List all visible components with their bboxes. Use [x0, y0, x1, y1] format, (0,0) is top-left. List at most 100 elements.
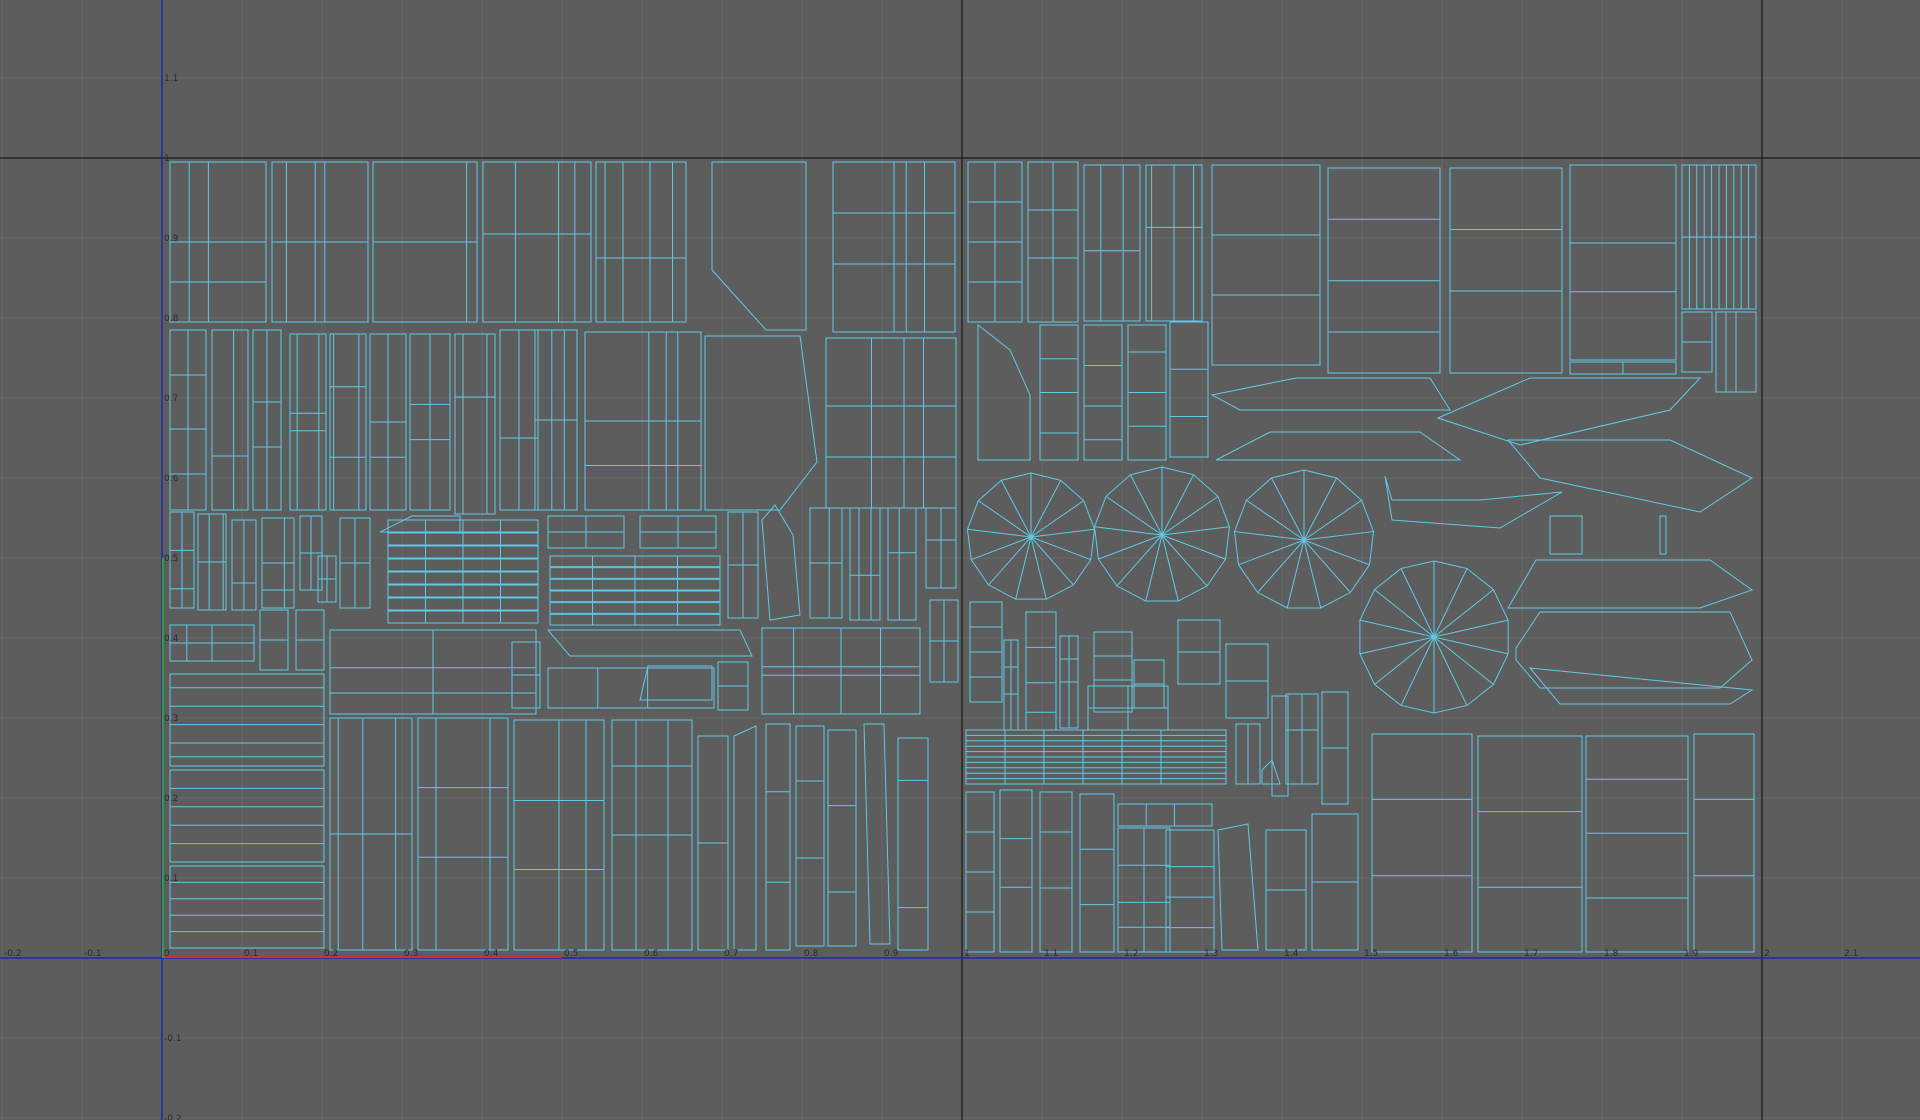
uv-shell[interactable] [1235, 723, 1261, 785]
uv-shell[interactable] [761, 627, 921, 715]
uv-shell[interactable] [1693, 733, 1755, 953]
uv-shell[interactable] [1585, 735, 1689, 953]
uv-shell[interactable] [733, 725, 757, 951]
uv-canvas[interactable]: -0.2 -0.1 0 0.1 0.2 0.3 0.4 0.5 0.6 0.7 0.8 0.9 1 1.1… [0, 0, 1920, 1120]
uv-shell[interactable] [1079, 793, 1115, 953]
uv-shell[interactable] [1477, 735, 1583, 953]
uv-shell[interactable] [809, 507, 843, 619]
uv-shell[interactable] [295, 609, 325, 671]
uv-shell[interactable] [1506, 439, 1754, 513]
uv-shell[interactable] [999, 789, 1033, 953]
uv-shell[interactable] [887, 507, 917, 621]
uv-shell[interactable] [1311, 813, 1359, 951]
uv-shell[interactable] [1225, 643, 1269, 719]
uv-shell[interactable] [1321, 691, 1349, 805]
uv-shell[interactable] [513, 719, 605, 951]
uv-shell[interactable] [409, 333, 451, 511]
uv-shell[interactable] [925, 507, 957, 589]
uv-shell[interactable] [1549, 515, 1583, 555]
uv-shell[interactable] [1436, 377, 1702, 446]
uv-shell[interactable] [252, 329, 282, 511]
uv-shell[interactable] [1117, 803, 1213, 827]
uv-shell[interactable] [1327, 167, 1441, 374]
uv-shell[interactable] [966, 472, 1096, 600]
uv-shell[interactable] [1285, 693, 1319, 785]
uv-shell[interactable] [977, 323, 1031, 461]
uv-shell[interactable] [1087, 685, 1169, 731]
uv-shell[interactable] [549, 555, 721, 626]
uv-shell[interactable] [387, 519, 539, 624]
uv-shell[interactable] [1133, 659, 1165, 709]
uv-shell[interactable] [849, 507, 881, 621]
uv-shell[interactable] [795, 725, 825, 947]
uv-shell[interactable] [929, 599, 959, 683]
uv-shell[interactable] [1569, 164, 1677, 361]
uv-shell[interactable] [534, 329, 578, 511]
uv-shell[interactable] [965, 729, 1227, 785]
uv-shell[interactable] [372, 161, 478, 323]
uv-shell[interactable] [1039, 791, 1073, 953]
uv-shell[interactable] [259, 609, 289, 671]
uv-shell[interactable] [1217, 823, 1259, 951]
uv-shell[interactable] [1083, 324, 1123, 461]
uv-shell[interactable] [825, 337, 957, 509]
uv-shell[interactable] [1659, 515, 1667, 555]
uv-shell[interactable] [169, 673, 325, 767]
uv-shell[interactable] [1145, 164, 1203, 322]
uv-shell[interactable] [417, 717, 509, 951]
uv-shell[interactable] [482, 161, 592, 323]
uv-shell[interactable] [1265, 829, 1307, 951]
uv-shell[interactable] [639, 665, 713, 701]
uv-shell[interactable] [261, 517, 295, 609]
uv-shell[interactable] [339, 517, 371, 609]
uv-shell[interactable] [169, 161, 267, 323]
uv-shell[interactable] [897, 737, 929, 951]
uv-shell[interactable] [1003, 639, 1019, 731]
uv-shell[interactable] [1165, 829, 1215, 953]
uv-shell[interactable] [1039, 324, 1079, 461]
uv-shell[interactable] [1233, 469, 1375, 609]
uv-shell[interactable] [1515, 611, 1753, 689]
uv-shell[interactable] [584, 331, 702, 511]
uv-shell[interactable] [211, 329, 249, 511]
uv-shell[interactable] [1211, 164, 1321, 366]
uv-shell[interactable] [967, 161, 1023, 323]
uv-shell[interactable] [329, 717, 413, 951]
uv-shell[interactable] [965, 791, 995, 953]
uv-shell[interactable] [1359, 560, 1509, 714]
uv-shell[interactable] [379, 515, 461, 533]
uv-shell[interactable] [1083, 164, 1141, 322]
uv-shell[interactable] [1449, 167, 1563, 374]
uv-shell[interactable] [595, 161, 687, 323]
uv-shell[interactable] [1569, 361, 1677, 375]
uv-shell[interactable] [1093, 631, 1133, 713]
uv-shell[interactable] [711, 161, 807, 331]
uv-shell[interactable] [639, 515, 717, 549]
uv-shell[interactable] [765, 723, 791, 951]
uv-shell[interactable] [197, 513, 227, 611]
uv-shell[interactable] [169, 624, 255, 662]
uv-shell[interactable] [499, 329, 539, 511]
uv-shell[interactable] [761, 504, 801, 621]
uv-shell[interactable] [727, 511, 759, 619]
uv-shell[interactable] [1215, 431, 1462, 461]
uv-shell[interactable] [1059, 635, 1079, 729]
uv-shell[interactable] [1384, 475, 1563, 529]
uv-shell[interactable] [1681, 164, 1757, 310]
uv-shell[interactable] [1371, 733, 1473, 953]
uv-editor-viewport[interactable]: -0.2 -0.1 0 0.1 0.2 0.3 0.4 0.5 0.6 0.7 0.8 0.9 1 1.1… [0, 0, 1920, 1120]
uv-shell[interactable] [697, 735, 729, 951]
uv-shell[interactable] [1093, 466, 1231, 602]
uv-shell[interactable] [1261, 759, 1281, 785]
uv-shell[interactable] [1528, 667, 1754, 705]
uv-shell[interactable] [289, 333, 327, 511]
uv-shell[interactable] [611, 719, 693, 951]
uv-shell[interactable] [271, 161, 369, 323]
uv-shell[interactable] [169, 769, 325, 863]
uv-shell[interactable] [1025, 611, 1057, 731]
uv-shell[interactable] [546, 629, 753, 657]
uv-shell[interactable] [1715, 311, 1757, 393]
uv-shell[interactable] [1681, 311, 1713, 373]
uv-shell[interactable] [329, 333, 367, 511]
uv-shell[interactable] [969, 601, 1003, 703]
